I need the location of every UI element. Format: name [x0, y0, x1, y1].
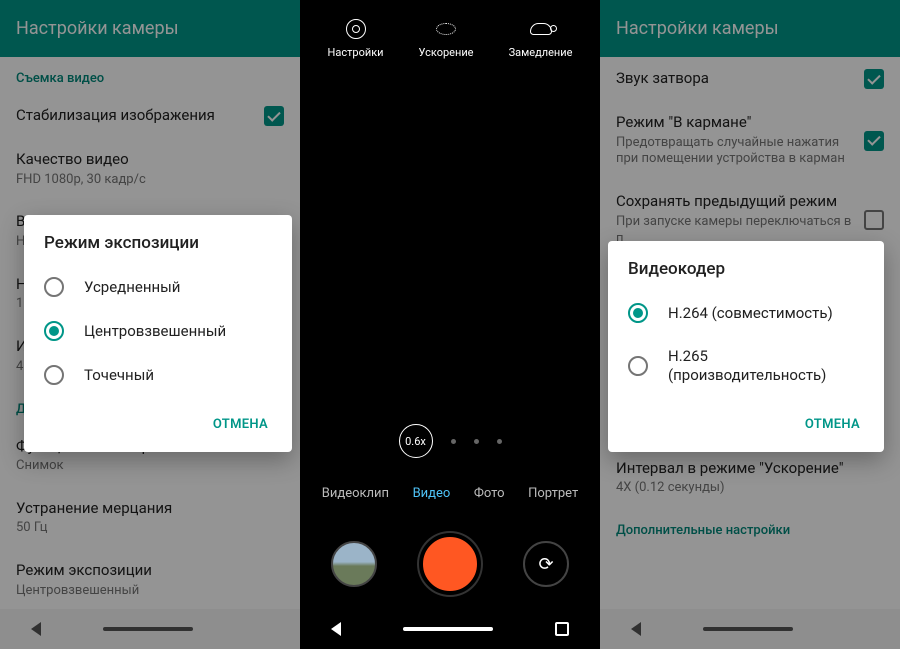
radio-label: H.264 (совместимость) — [668, 304, 833, 323]
radio-icon — [628, 303, 648, 323]
camera-settings-button[interactable]: Настройки — [328, 18, 384, 59]
gear-icon — [346, 19, 366, 39]
nav-bar — [300, 609, 600, 649]
camera-slowmo-button[interactable]: Замедление — [509, 18, 573, 59]
switch-camera-button[interactable] — [523, 541, 569, 587]
zoom-dot-icon[interactable] — [451, 439, 456, 444]
mode-photo[interactable]: Фото — [470, 480, 509, 507]
radio-icon — [44, 365, 64, 385]
mode-video[interactable]: Видео — [409, 480, 455, 507]
radio-icon — [628, 356, 648, 376]
encoder-dialog: Видеокодер H.264 (совместимость) H.265 (… — [608, 241, 884, 452]
dialog-title: Видеокодер — [608, 241, 884, 287]
cancel-button[interactable]: ОТМЕНА — [203, 409, 278, 440]
settings-panel-left: Настройки камеры Съемка видео Стабилизац… — [0, 0, 300, 649]
gallery-thumbnail[interactable] — [331, 541, 377, 587]
radio-label: Центровзвешенный — [84, 322, 226, 341]
home-icon[interactable] — [403, 627, 493, 631]
radio-icon — [44, 321, 64, 341]
recent-icon[interactable] — [555, 622, 569, 636]
radio-label: H.265 (производительность) — [668, 347, 864, 385]
radio-option-averaged[interactable]: Усредненный — [24, 265, 292, 309]
radio-option-h264[interactable]: H.264 (совместимость) — [608, 291, 884, 335]
radio-label: Усредненный — [84, 278, 180, 297]
mode-videoclip[interactable]: Видеоклип — [318, 480, 393, 507]
zoom-level-button[interactable]: 0.6x — [399, 424, 433, 458]
radio-option-h265[interactable]: H.265 (производительность) — [608, 335, 884, 397]
back-icon[interactable] — [331, 622, 341, 636]
label: Замедление — [509, 46, 573, 59]
turtle-icon — [530, 23, 552, 35]
label: Ускорение — [419, 46, 474, 59]
label: Настройки — [328, 46, 384, 59]
dialog-title: Режим экспозиции — [24, 215, 292, 261]
cancel-button[interactable]: ОТМЕНА — [795, 409, 870, 440]
camera-speed-button[interactable]: Ускорение — [419, 18, 474, 59]
viewfinder-area[interactable] — [300, 67, 600, 410]
zoom-dot-icon[interactable] — [474, 439, 479, 444]
mode-portrait[interactable]: Портрет — [524, 480, 582, 507]
radio-icon — [44, 277, 64, 297]
camera-viewfinder: Настройки Ускорение Замедление 0.6x Виде… — [300, 0, 600, 649]
settings-panel-right: Настройки камеры Звук затвора Режим "В к… — [600, 0, 900, 649]
radio-option-center-weighted[interactable]: Центровзвешенный — [24, 309, 292, 353]
shutter-row — [300, 515, 600, 609]
timelapse-icon — [436, 23, 456, 35]
zoom-dot-icon[interactable] — [497, 439, 502, 444]
exposure-dialog: Режим экспозиции Усредненный Центровзвеш… — [24, 215, 292, 452]
zoom-selector: 0.6x — [300, 410, 600, 472]
mode-selector[interactable]: Видеоклип Видео Фото Портрет — [300, 472, 600, 515]
camera-top-bar: Настройки Ускорение Замедление — [300, 0, 600, 67]
shutter-button[interactable] — [419, 533, 481, 595]
radio-label: Точечный — [84, 366, 154, 385]
radio-option-spot[interactable]: Точечный — [24, 353, 292, 397]
